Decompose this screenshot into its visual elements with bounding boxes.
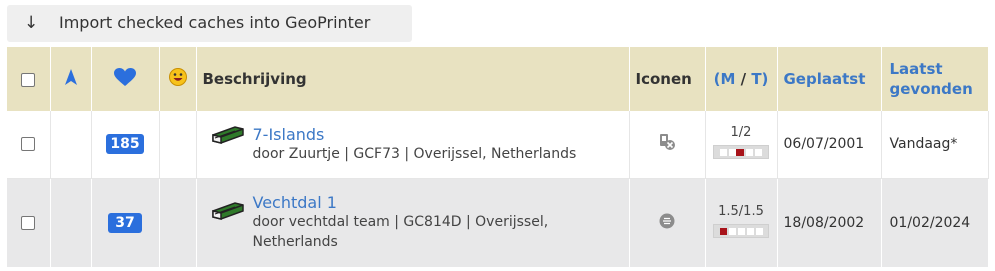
dt-cell: 1/2 [705, 111, 778, 179]
cache-details: door Zuurtje | GCF73 | Overijssel, Nethe… [252, 145, 577, 162]
navigation-arrow-icon [64, 69, 77, 85]
favorites-badge: 185 [106, 134, 144, 155]
dt-rating-bar [713, 145, 769, 160]
last-found-label-line2: gevonden [889, 80, 973, 98]
smiley-icon [168, 68, 187, 86]
dt-header: (M / T) [705, 47, 778, 111]
no-boat-icon [660, 134, 675, 151]
icons-cell [629, 178, 706, 267]
navigate-header[interactable] [50, 47, 92, 111]
favorites-cell: 185 [91, 111, 160, 179]
last-found-date: 01/02/2024 [881, 178, 989, 267]
last-found-date: Vandaag* [881, 111, 989, 179]
found-status-cell [159, 111, 197, 179]
icons-cell [629, 111, 706, 179]
last-found-text: 01/02/2024 [889, 214, 971, 231]
navigate-cell [50, 178, 92, 267]
last-found-text: Vandaag* [889, 136, 958, 153]
found-status-header[interactable] [159, 47, 197, 111]
row-select-cell [7, 111, 51, 179]
select-all-checkbox[interactable] [21, 72, 36, 87]
dt-rating-bar [713, 223, 769, 238]
row-select-cell [7, 178, 51, 267]
favorites-header[interactable] [91, 47, 160, 111]
found-status-cell [159, 178, 197, 267]
import-button-label: Import checked caches into GeoPrinter [59, 13, 371, 32]
placed-date: 18/08/2002 [777, 178, 882, 267]
dt-close-paren: ) [761, 70, 769, 88]
favorites-badge: 37 [108, 212, 142, 233]
import-geoprinter-button[interactable]: ↓ Import checked caches into GeoPrinter [7, 5, 412, 42]
difficulty-sort-link[interactable]: M [720, 70, 735, 88]
description-cell: Vechtdal 1 door vechtdal team | GC814D |… [196, 178, 630, 267]
favorites-cell: 37 [91, 178, 160, 267]
description-header[interactable]: Beschrijving [196, 47, 630, 111]
dt-rating-text: 1.5/1.5 [718, 203, 764, 219]
navigate-cell [50, 111, 92, 179]
cache-details: door vechtdal team | GC814D | Overijssel… [252, 214, 549, 251]
cache-name-link[interactable]: Vechtdal 1 [253, 193, 623, 212]
traditional-cache-icon [211, 125, 244, 144]
select-all-cell [7, 47, 51, 111]
dt-cell: 1.5/1.5 [705, 178, 778, 267]
dt-separator: / [735, 70, 752, 88]
row-checkbox[interactable] [21, 215, 36, 230]
icons-header: Iconen [629, 47, 706, 111]
placed-date: 06/07/2001 [777, 111, 882, 179]
table-row: 37 Vechtdal 1 door vechtdal team | GC814… [7, 178, 989, 267]
download-arrow-icon: ↓ [24, 13, 39, 33]
cache-name-link[interactable]: 7-Islands [253, 125, 623, 144]
dt-rating-text: 1/2 [730, 125, 752, 141]
last-found-sort-link[interactable]: Laatst gevonden [881, 47, 989, 111]
heart-icon [114, 67, 136, 86]
description-cell: 7-Islands door Zuurtje | GCF73 | Overijs… [196, 111, 630, 179]
terrain-sort-link[interactable]: T [751, 70, 761, 88]
last-found-label-line1: Laatst [889, 60, 943, 78]
traditional-cache-icon [211, 202, 244, 221]
table-row: 185 7-Islands door Zuurtje | GCF73 | Ove… [7, 111, 989, 179]
cache-table: Beschrijving Iconen (M / T) Geplaatst La… [7, 47, 989, 267]
row-checkbox[interactable] [21, 137, 36, 152]
badge-icon [659, 213, 675, 229]
table-header-row: Beschrijving Iconen (M / T) Geplaatst La… [7, 47, 989, 111]
placed-sort-link[interactable]: Geplaatst [777, 47, 882, 111]
